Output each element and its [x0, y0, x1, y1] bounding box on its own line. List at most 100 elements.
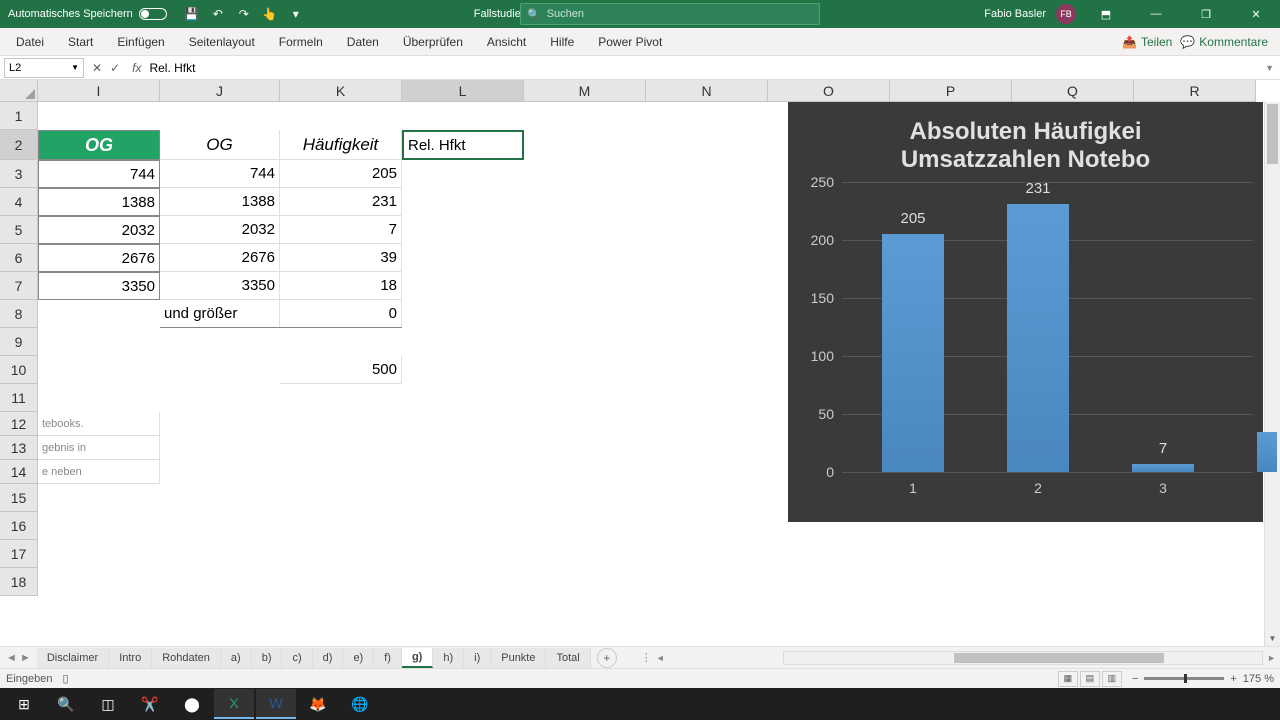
column-header[interactable]: R: [1134, 80, 1256, 102]
page-break-button[interactable]: ▥: [1102, 671, 1122, 687]
horizontal-scrollbar[interactable]: [783, 651, 1263, 665]
firefox-app-icon[interactable]: 🦊: [298, 689, 338, 719]
cell-I4[interactable]: 1388: [38, 188, 160, 216]
comments-button[interactable]: 💬Kommentare: [1180, 35, 1268, 49]
cell-I13[interactable]: gebnis in: [38, 436, 160, 460]
zoom-in-button[interactable]: +: [1230, 673, 1236, 685]
expand-formula-icon[interactable]: ▼: [1259, 63, 1280, 73]
search-box[interactable]: 🔍 Suchen: [520, 3, 820, 25]
row-header[interactable]: 7: [0, 272, 38, 300]
ribbon-tab-überprüfen[interactable]: Überprüfen: [391, 28, 475, 56]
sheet-tab[interactable]: g): [402, 648, 433, 668]
column-header[interactable]: O: [768, 80, 890, 102]
scroll-thumb[interactable]: [954, 653, 1164, 663]
share-button[interactable]: 📤Teilen: [1122, 35, 1172, 49]
ribbon-tab-einfügen[interactable]: Einfügen: [105, 28, 176, 56]
sheet-tab[interactable]: Punkte: [491, 648, 546, 668]
cell-J2[interactable]: OG: [160, 130, 280, 160]
sheet-tab[interactable]: i): [464, 648, 491, 668]
scroll-left-icon[interactable]: ◄: [656, 653, 665, 663]
name-box[interactable]: L2 ▼: [4, 58, 84, 78]
row-header[interactable]: 9: [0, 328, 38, 356]
user-name[interactable]: Fabio Basler: [984, 8, 1046, 20]
cell-K10[interactable]: 500: [280, 356, 402, 384]
zoom-out-button[interactable]: −: [1132, 673, 1138, 685]
cell-I14[interactable]: e neben: [38, 460, 160, 484]
word-app-icon[interactable]: W: [256, 689, 296, 719]
select-all[interactable]: [0, 80, 38, 102]
sheet-tab[interactable]: a): [221, 648, 252, 668]
row-header[interactable]: 11: [0, 384, 38, 412]
ribbon-tab-hilfe[interactable]: Hilfe: [538, 28, 586, 56]
sheet-tab[interactable]: c): [282, 648, 312, 668]
minimize-icon[interactable]: —: [1136, 0, 1176, 28]
page-layout-button[interactable]: ▤: [1080, 671, 1100, 687]
sheet-tab[interactable]: Rohdaten: [152, 648, 221, 668]
scroll-down-icon[interactable]: ▼: [1265, 630, 1280, 646]
row-header[interactable]: 3: [0, 160, 38, 188]
sheet-tab[interactable]: d): [313, 648, 344, 668]
cell-I7[interactable]: 3350: [38, 272, 160, 300]
column-header[interactable]: K: [280, 80, 402, 102]
macro-record-icon[interactable]: ▯: [63, 672, 69, 685]
cell-J5[interactable]: 2032: [160, 216, 280, 244]
ribbon-tab-datei[interactable]: Datei: [4, 28, 56, 56]
column-header[interactable]: J: [160, 80, 280, 102]
touch-icon[interactable]: 👆: [263, 7, 277, 21]
user-avatar[interactable]: FB: [1056, 4, 1076, 24]
redo-icon[interactable]: ↷: [237, 7, 251, 21]
row-header[interactable]: 10: [0, 356, 38, 384]
enter-icon[interactable]: ✓: [110, 61, 120, 75]
sheet-tab[interactable]: e): [343, 648, 374, 668]
row-header[interactable]: 13: [0, 436, 38, 460]
chrome-app-icon[interactable]: 🌐: [340, 689, 380, 719]
row-header[interactable]: 8: [0, 300, 38, 328]
more-icon[interactable]: ▾: [289, 7, 303, 21]
column-header[interactable]: N: [646, 80, 768, 102]
cell-I2[interactable]: OG: [38, 130, 160, 160]
row-header[interactable]: 2: [0, 130, 38, 160]
sheet-tab[interactable]: f): [374, 648, 402, 668]
cell-J8[interactable]: und größer: [160, 300, 280, 328]
cell-K2[interactable]: Häufigkeit: [280, 130, 402, 160]
ribbon-tab-formeln[interactable]: Formeln: [267, 28, 335, 56]
ribbon-tab-daten[interactable]: Daten: [335, 28, 391, 56]
cell-K4[interactable]: 231: [280, 188, 402, 216]
cell-I12[interactable]: tebooks.: [38, 412, 160, 436]
autosave-toggle[interactable]: Automatisches Speichern: [0, 8, 175, 20]
sheet-tab[interactable]: h): [433, 648, 464, 668]
row-header[interactable]: 1: [0, 102, 38, 130]
cell-I3[interactable]: 744: [38, 160, 160, 188]
search-button[interactable]: 🔍: [46, 689, 86, 719]
sheet-tab[interactable]: Total: [546, 648, 590, 668]
ribbon-display-icon[interactable]: ⬒: [1086, 0, 1126, 28]
sheet-tab[interactable]: Disclaimer: [37, 648, 109, 668]
row-header[interactable]: 16: [0, 512, 38, 540]
row-header[interactable]: 6: [0, 244, 38, 272]
ribbon-tab-seitenlayout[interactable]: Seitenlayout: [177, 28, 267, 56]
cancel-icon[interactable]: ✕: [92, 61, 102, 75]
cell-I5[interactable]: 2032: [38, 216, 160, 244]
vertical-scrollbar[interactable]: ▲ ▼: [1264, 102, 1280, 646]
row-header[interactable]: 5: [0, 216, 38, 244]
scroll-thumb[interactable]: [1267, 104, 1278, 164]
ribbon-tab-start[interactable]: Start: [56, 28, 105, 56]
row-header[interactable]: 18: [0, 568, 38, 596]
cell-K6[interactable]: 39: [280, 244, 402, 272]
column-header[interactable]: M: [524, 80, 646, 102]
sheet-nav[interactable]: ◄ ►: [0, 652, 37, 664]
maximize-icon[interactable]: ❐: [1186, 0, 1226, 28]
column-header[interactable]: L: [402, 80, 524, 102]
add-sheet-button[interactable]: +: [597, 648, 617, 668]
formula-input[interactable]: Rel. Hfkt: [145, 61, 1259, 75]
cell-J6[interactable]: 2676: [160, 244, 280, 272]
embedded-chart[interactable]: Absoluten Häufigkei Umsatzzahlen Notebo …: [788, 102, 1263, 522]
row-header[interactable]: 15: [0, 484, 38, 512]
column-header[interactable]: Q: [1012, 80, 1134, 102]
zoom-slider[interactable]: [1144, 677, 1224, 680]
chart-bar[interactable]: 73: [1132, 464, 1194, 472]
sheet-tab[interactable]: Intro: [109, 648, 152, 668]
fx-icon[interactable]: fx: [128, 61, 145, 75]
ribbon-tab-power pivot[interactable]: Power Pivot: [586, 28, 674, 56]
excel-app-icon[interactable]: X: [214, 689, 254, 719]
